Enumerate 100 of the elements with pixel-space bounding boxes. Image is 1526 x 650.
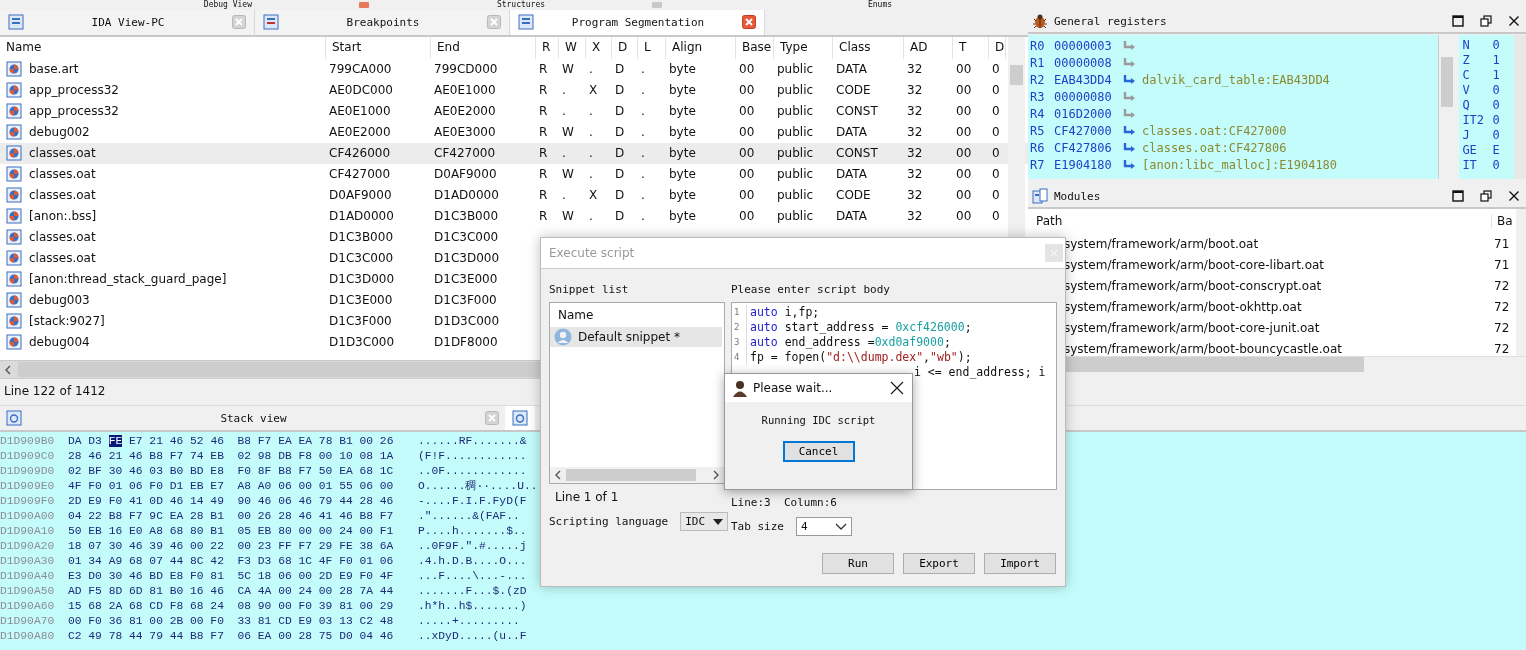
tab[interactable]: Debug View xyxy=(0,0,380,10)
table-row[interactable]: classes.oat D1C3B000 D1C3C000 xyxy=(0,226,1028,248)
hex-bytes[interactable]: 02 BF 30 46 03 B0 BD E8 F0 8F B8 F7 50 EA 68 1C xyxy=(68,464,418,479)
tab[interactable]: Stack view xyxy=(0,406,505,430)
scrollbar[interactable] xyxy=(1516,209,1526,356)
register-value[interactable]: 00000003 xyxy=(1054,38,1122,53)
dialog-button[interactable]: Import xyxy=(984,553,1056,574)
scrollbar[interactable] xyxy=(1514,35,1526,179)
arrow-icon[interactable] xyxy=(1122,124,1136,137)
tab[interactable]: Enums xyxy=(780,0,1080,10)
tab[interactable]: Program Segmentation xyxy=(510,10,765,35)
register-value[interactable]: 00000008 xyxy=(1054,55,1122,70)
arrow-icon[interactable] xyxy=(1122,107,1136,120)
dialog-button[interactable]: Export xyxy=(903,553,975,574)
hex-bytes[interactable]: 04 22 B8 F7 9C EA 28 B1 00 26 28 46 41 46 B8 F7 xyxy=(68,509,418,524)
table-cell: public xyxy=(777,83,814,98)
column-header[interactable]: Start xyxy=(326,36,431,59)
tab[interactable]: Structures xyxy=(380,0,780,10)
ascii-text: .......F...$.(zD xyxy=(418,584,527,599)
column-header[interactable]: R xyxy=(536,36,559,59)
hex-bytes[interactable]: 2D E9 F0 41 0D 46 14 49 90 46 06 46 79 44 28 46 xyxy=(68,494,418,509)
arrow-icon[interactable] xyxy=(1122,39,1136,52)
arrow-icon[interactable] xyxy=(1122,73,1136,86)
column-header[interactable]: D xyxy=(612,36,638,59)
snippet-list[interactable]: Name Default snippet * xyxy=(549,302,725,484)
arrow-icon[interactable] xyxy=(1122,141,1136,154)
table-cell: D xyxy=(615,167,625,182)
avatar-icon xyxy=(731,379,749,397)
restore-icon[interactable] xyxy=(1480,190,1492,202)
address: D1D90A50 xyxy=(0,584,56,599)
status-text: Line 1 of 1 xyxy=(554,489,620,504)
hex-bytes[interactable]: 28 46 21 46 B8 F7 74 EB 02 98 DB F8 00 10 08 1A xyxy=(68,449,418,464)
hex-bytes[interactable]: 4F F0 01 06 F0 D1 EB E7 A8 A0 06 00 01 55 06 00 xyxy=(68,479,418,494)
table-row[interactable]: classes.oat CF426000 CF427000 R . . D . byte 00 public CONST 32 00 0 xyxy=(0,142,1028,164)
hex-bytes[interactable]: AD F5 8D 6D 81 B0 16 46 CA 4A 00 24 00 28 7A 44 xyxy=(68,584,418,599)
flag-value[interactable]: 0 xyxy=(1492,83,1500,98)
column-header[interactable]: Class xyxy=(833,36,904,59)
flag-value[interactable]: 1 xyxy=(1492,53,1500,68)
close-icon[interactable] xyxy=(1508,190,1520,202)
table-cell: CF427000 xyxy=(329,167,391,182)
table-row[interactable]: classes.oat CF427000 D0AF9000 R W . D . byte 00 public DATA 32 00 0 xyxy=(0,163,1028,185)
table-row[interactable]: app_process32 AE0E1000 AE0E2000 R . . D . byte 00 public CONST 32 00 0 xyxy=(0,100,1028,122)
arrow-icon[interactable] xyxy=(1122,90,1136,103)
table-row[interactable]: debug002 AE0E2000 AE0E3000 R W . D . byte 00 public DATA 32 00 0 xyxy=(0,121,1028,143)
hex-bytes[interactable]: 18 07 30 46 39 46 00 22 00 23 FF F7 29 FE 38 6A xyxy=(68,539,418,554)
table-row[interactable]: base.art 799CA000 799CD000 R W . D . byte 00 public DATA 32 00 0 xyxy=(0,58,1028,80)
register-value[interactable]: EAB43DD4 xyxy=(1054,72,1122,87)
hex-bytes[interactable]: 01 34 A9 68 07 44 8C 42 F3 D3 68 1C 4F F0 01 06 xyxy=(68,554,418,569)
register-value[interactable]: CF427000 xyxy=(1054,123,1122,138)
column-header[interactable]: Name xyxy=(0,36,326,59)
close-icon[interactable] xyxy=(890,381,904,395)
column-header[interactable]: Path xyxy=(1028,214,1492,228)
register-value[interactable]: CF427806 xyxy=(1054,140,1122,155)
table-row[interactable]: [anon:.bss] D1AD0000 D1C3B000 R W . D . byte 00 public DATA 32 00 0 xyxy=(0,205,1028,227)
column-header[interactable]: L xyxy=(638,36,666,59)
tab[interactable] xyxy=(505,406,535,430)
hex-bytes[interactable]: E3 D0 30 46 BD E8 F0 81 5C 18 06 00 2D E9 F0 4F xyxy=(68,569,418,584)
language-dropdown[interactable]: IDC xyxy=(680,512,729,531)
flag-value[interactable]: 0 xyxy=(1492,128,1500,143)
hex-bytes[interactable]: DA D3 FE E7 21 46 52 46 B8 F7 EA EA 78 B1 00 26 xyxy=(68,434,418,449)
column-header[interactable]: T xyxy=(953,36,989,59)
register-value[interactable]: 00000080 xyxy=(1054,89,1122,104)
list-item[interactable]: Default snippet * xyxy=(550,327,722,347)
column-header[interactable]: End xyxy=(431,36,536,59)
column-header[interactable]: X xyxy=(586,36,612,59)
flag-value[interactable]: 0 xyxy=(1492,158,1500,173)
table-row[interactable]: app_process32 AE0DC000 AE0E1000 R . X D . byte 00 public CODE 32 00 0 xyxy=(0,79,1028,101)
column-header[interactable]: Ba xyxy=(1492,214,1513,228)
hex-bytes[interactable]: 00 F0 36 81 00 2B 00 F0 33 81 CD E9 03 13 C2 48 xyxy=(68,614,418,629)
maximize-icon[interactable] xyxy=(1452,190,1464,202)
table-cell: D xyxy=(615,209,625,224)
column-header[interactable]: W xyxy=(559,36,586,59)
close-icon[interactable] xyxy=(1508,15,1520,27)
hex-bytes[interactable]: 50 EB 16 E0 A8 68 80 B1 05 EB 80 00 00 24 00 F1 xyxy=(68,524,418,539)
scrollbar[interactable] xyxy=(550,467,724,483)
hex-bytes[interactable]: 15 68 2A 68 CD F8 68 24 08 90 00 F0 39 81 00 29 xyxy=(68,599,418,614)
register-value[interactable]: E1904180 xyxy=(1054,157,1122,172)
arrow-icon[interactable] xyxy=(1122,158,1136,171)
flag-value[interactable]: 0 xyxy=(1492,98,1500,113)
column-header[interactable]: Type xyxy=(774,36,833,59)
table-row[interactable]: classes.oat D0AF9000 D1AD0000 R . X D . byte 00 public CODE 32 00 0 xyxy=(0,184,1028,206)
column-header[interactable]: AD xyxy=(904,36,953,59)
column-header[interactable]: Name xyxy=(550,303,724,327)
ascii-text: .....+......... xyxy=(418,614,520,629)
flag-value[interactable]: 0 xyxy=(1492,113,1500,128)
maximize-icon[interactable] xyxy=(1452,15,1464,27)
tab-size-dropdown[interactable]: 4 xyxy=(796,517,852,536)
flag-value[interactable]: 0 xyxy=(1492,38,1500,53)
table-cell-text: system/framework/arm/boot-core-libart.oat xyxy=(1063,257,1326,272)
restore-icon[interactable] xyxy=(1480,15,1492,27)
hex-bytes[interactable]: C2 49 78 44 79 44 B8 F7 06 EA 00 28 75 D0 04 46 xyxy=(68,629,418,644)
column-header[interactable]: Base xyxy=(736,36,774,59)
column-header[interactable]: D xyxy=(989,36,1006,59)
dialog-button[interactable]: Run xyxy=(822,553,894,574)
arrow-icon[interactable] xyxy=(1122,56,1136,69)
flag-value[interactable]: E xyxy=(1492,143,1500,158)
register-value[interactable]: 016D2000 xyxy=(1054,106,1122,121)
cancel-button[interactable]: Cancel xyxy=(782,441,855,462)
column-header[interactable]: Align xyxy=(666,36,736,59)
flag-value[interactable]: 1 xyxy=(1492,68,1500,83)
